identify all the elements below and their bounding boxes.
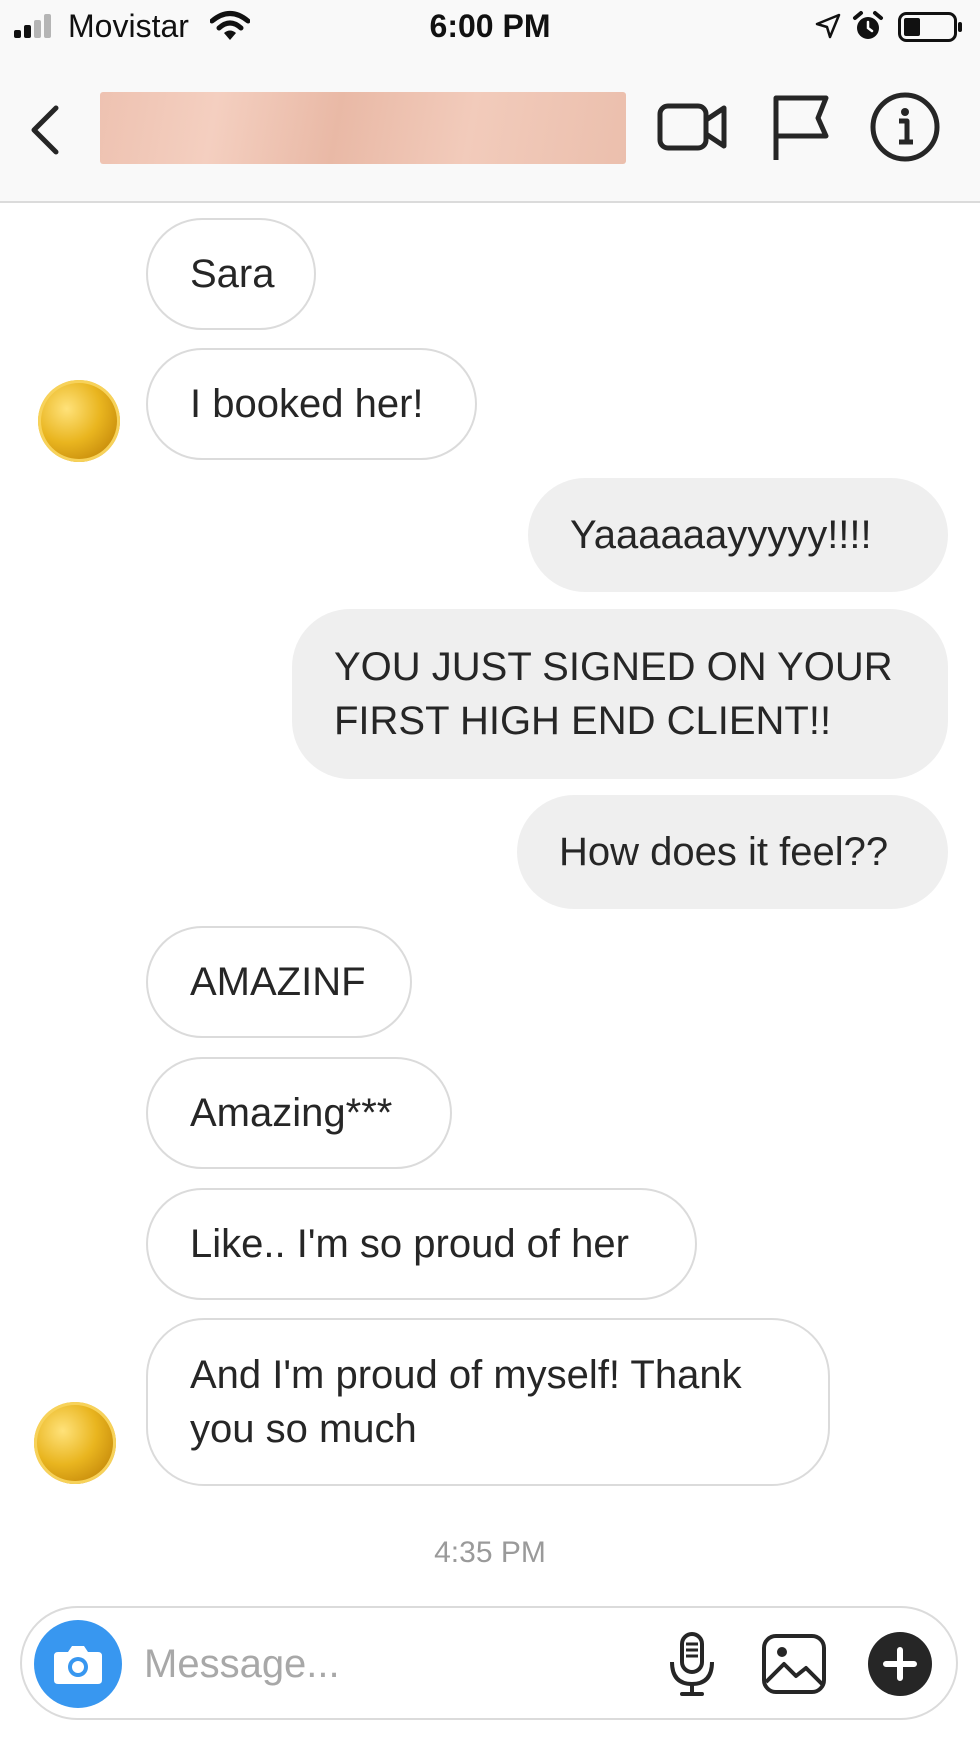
- message-bubble-incoming[interactable]: Sara: [146, 218, 316, 330]
- message-text: Sara: [190, 252, 275, 296]
- message-text: I booked her!: [190, 382, 424, 426]
- video-call-icon[interactable]: [656, 90, 730, 164]
- message-input[interactable]: [142, 1630, 666, 1698]
- message-text: And I'm proud of myself! Thank you so mu…: [190, 1353, 742, 1451]
- message-text: How does it feel??: [559, 830, 889, 874]
- message-text: Yaaaaaayyyyy!!!!: [570, 513, 872, 557]
- message-bubble-incoming[interactable]: Like.. I'm so proud of her: [146, 1188, 697, 1300]
- contact-avatar[interactable]: [34, 1402, 116, 1484]
- message-bubble-incoming[interactable]: And I'm proud of myself! Thank you so mu…: [146, 1318, 830, 1486]
- message-composer: [20, 1606, 958, 1720]
- location-icon: [815, 13, 841, 39]
- plus-icon[interactable]: [866, 1630, 934, 1698]
- message-bubble-outgoing[interactable]: Yaaaaaayyyyy!!!!: [528, 478, 948, 592]
- alarm-icon: [853, 11, 883, 39]
- gallery-icon[interactable]: [760, 1630, 828, 1698]
- battery-icon: [898, 12, 962, 42]
- microphone-icon[interactable]: [658, 1630, 726, 1698]
- message-bubble-incoming[interactable]: I booked her!: [146, 348, 477, 460]
- camera-icon: [54, 1646, 102, 1684]
- message-bubble-incoming[interactable]: Amazing***: [146, 1057, 452, 1169]
- message-text: Like.. I'm so proud of her: [190, 1222, 629, 1266]
- message-text: YOU JUST SIGNED ON YOUR FIRST HIGH END C…: [334, 645, 893, 743]
- message-text: AMAZINF: [190, 960, 366, 1004]
- camera-button[interactable]: [34, 1620, 122, 1708]
- info-icon[interactable]: [868, 90, 942, 164]
- flag-icon[interactable]: [764, 90, 838, 164]
- back-icon[interactable]: [26, 102, 66, 158]
- chat-header: [0, 54, 980, 203]
- contact-avatar[interactable]: [38, 380, 120, 462]
- status-bar: Movistar 6:00 PM: [0, 0, 980, 54]
- message-timestamp: 4:35 PM: [434, 1536, 546, 1569]
- message-bubble-outgoing[interactable]: How does it feel??: [517, 795, 948, 909]
- message-bubble-incoming[interactable]: AMAZINF: [146, 926, 412, 1038]
- message-bubble-outgoing[interactable]: YOU JUST SIGNED ON YOUR FIRST HIGH END C…: [292, 609, 948, 779]
- redacted-username: [100, 92, 626, 164]
- message-text: Amazing***: [190, 1091, 393, 1135]
